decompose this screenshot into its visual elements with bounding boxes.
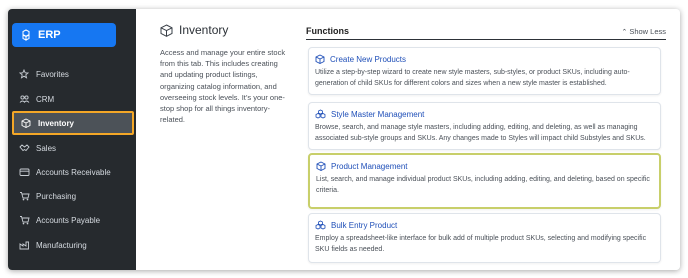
- chevron-up-icon: ⌃: [621, 29, 628, 36]
- sidebar-item-purchasing[interactable]: Purchasing: [8, 185, 136, 207]
- sidebar-item-crm[interactable]: CRM: [8, 88, 136, 110]
- box-icon: [160, 23, 173, 37]
- factory-icon: [18, 239, 30, 251]
- function-card-product-management[interactable]: Product Management List, search, and man…: [308, 153, 661, 209]
- star-icon: [18, 68, 30, 80]
- boxes-icon: [315, 220, 326, 230]
- box-icon: [316, 161, 326, 171]
- sidebar-item-favorites[interactable]: Favorites: [8, 63, 136, 85]
- box-plus-icon: [315, 54, 325, 64]
- app-window: ERP Favorites CRM Inventory Sales Accoun…: [8, 9, 680, 270]
- cubes-icon: [22, 29, 30, 41]
- module-title-text: Inventory: [179, 23, 229, 37]
- function-card-style-master-management[interactable]: Style Master Management Browse, search, …: [308, 102, 661, 150]
- cart-icon: [18, 214, 30, 226]
- sidebar-item-label: Accounts Receivable: [36, 167, 111, 177]
- sidebar-item-sales[interactable]: Sales: [8, 137, 136, 159]
- functions-heading: Functions: [306, 26, 349, 36]
- function-card-create-new-products[interactable]: Create New Products Utilize a step-by-st…: [308, 47, 661, 95]
- sidebar-item-manufacturing[interactable]: Manufacturing: [8, 234, 136, 256]
- sidebar-item-label: Purchasing: [36, 191, 77, 201]
- sidebar-item-label: Inventory: [38, 118, 75, 128]
- sidebar: ERP Favorites CRM Inventory Sales Accoun…: [8, 9, 136, 270]
- card-title[interactable]: Product Management: [316, 160, 653, 172]
- module-title: Inventory: [160, 23, 228, 37]
- card-title[interactable]: Style Master Management: [315, 108, 654, 120]
- card-title-text: Create New Products: [330, 54, 407, 64]
- toggle-label: Show Less: [629, 27, 666, 36]
- sidebar-item-label: Sales: [36, 143, 57, 153]
- card-title[interactable]: Create New Products: [315, 53, 654, 65]
- module-info-panel: Inventory Access and manage your entire …: [136, 9, 294, 270]
- sidebar-item-label: Accounts Payable: [36, 215, 101, 225]
- brand-label: ERP: [38, 29, 61, 41]
- card-title-text: Product Management: [331, 161, 408, 171]
- functions-panel: Functions ⌃ Show Less Create New Products…: [294, 9, 680, 270]
- module-description: Access and manage your entire stock from…: [160, 48, 286, 125]
- function-card-bulk-entry-product[interactable]: Bulk Entry Product Employ a spreadsheet-…: [308, 213, 661, 263]
- erp-brand-button[interactable]: ERP: [12, 23, 116, 47]
- sidebar-item-accounts-payable[interactable]: Accounts Payable: [8, 209, 136, 231]
- sidebar-item-accounts-receivable[interactable]: Accounts Receivable: [8, 161, 136, 183]
- card-description: Utilize a step-by-step wizard to create …: [315, 69, 630, 87]
- sidebar-item-label: Manufacturing: [36, 240, 87, 250]
- sidebar-item-label: Favorites: [36, 69, 69, 79]
- cart-icon: [18, 190, 30, 202]
- card-description: List, search, and manage individual prod…: [316, 176, 650, 194]
- show-less-toggle[interactable]: ⌃ Show Less: [621, 27, 666, 36]
- handshake-icon: [18, 142, 30, 154]
- box-icon: [20, 117, 32, 129]
- card-description: Browse, search, and manage style masters…: [315, 124, 646, 142]
- sidebar-item-label: CRM: [36, 94, 55, 104]
- card-title-text: Bulk Entry Product: [331, 220, 398, 230]
- card-title-text: Style Master Management: [331, 109, 425, 119]
- users-icon: [18, 93, 30, 105]
- functions-header: Functions ⌃ Show Less: [306, 26, 666, 40]
- card-description: Employ a spreadsheet-like interface for …: [315, 235, 647, 253]
- sidebar-item-inventory[interactable]: Inventory: [12, 111, 134, 135]
- card-title[interactable]: Bulk Entry Product: [315, 219, 654, 231]
- receipt-icon: [18, 166, 30, 178]
- boxes-icon: [315, 109, 326, 119]
